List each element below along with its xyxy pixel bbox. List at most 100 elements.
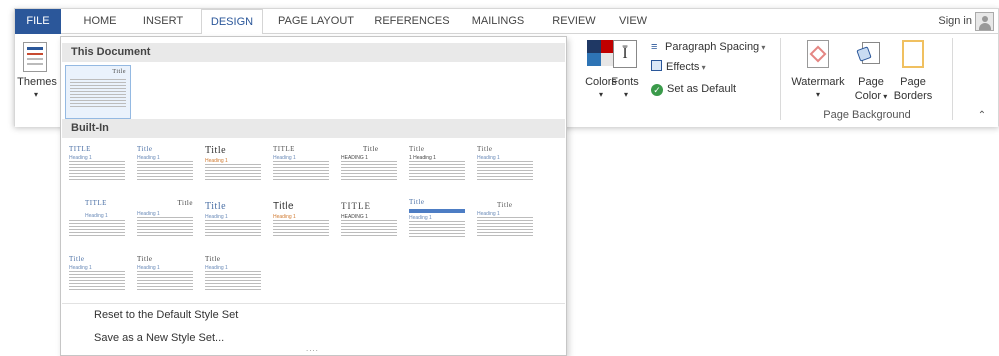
resize-grip-icon[interactable]: .... xyxy=(306,344,319,353)
section-this-document: This Document xyxy=(62,43,565,62)
thumb-text-lines xyxy=(137,271,193,292)
style-set-gallery-dropdown: This Document Title Built-In TITLE Headi… xyxy=(60,36,567,356)
thumb-text-lines xyxy=(409,221,465,239)
save-new-style-set-item[interactable]: Save as a New Style Set... xyxy=(94,328,224,348)
style-thumb[interactable]: TITLE Heading 1 xyxy=(65,197,129,249)
style-thumb[interactable]: Title Heading 1 xyxy=(133,197,197,249)
thumb-text-lines xyxy=(409,161,465,182)
thumb-title: Title xyxy=(137,145,153,153)
paragraph-spacing-label: Paragraph Spacing xyxy=(665,41,760,53)
tab-references[interactable]: REFERENCES xyxy=(367,9,457,34)
thumb-text-lines xyxy=(273,161,329,182)
style-thumb[interactable]: Title 1 Heading 1 xyxy=(405,141,469,193)
menu-divider xyxy=(62,303,565,304)
style-thumb[interactable]: TITLE HEADING 1 xyxy=(337,197,401,249)
style-thumb[interactable]: Title Heading 1 xyxy=(473,197,537,249)
thumb-text-lines xyxy=(69,161,125,182)
effects-dropdown-icon: ▾ xyxy=(699,63,706,72)
thumb-title: Title xyxy=(205,255,221,263)
thumb-text-lines xyxy=(137,217,193,238)
style-thumb[interactable]: Title Heading 1 xyxy=(65,251,129,303)
themes-icon[interactable] xyxy=(23,42,47,72)
tab-design[interactable]: DESIGN xyxy=(201,9,263,35)
set-as-default-label: Set as Default xyxy=(667,83,737,95)
tab-insert[interactable]: INSERT xyxy=(135,9,191,34)
page-background-group-label: Page Background xyxy=(823,109,911,121)
effects-icon xyxy=(651,60,662,71)
effects-button[interactable]: Effects ▾ xyxy=(651,58,706,76)
thumb-text-lines xyxy=(341,220,397,238)
user-avatar-icon[interactable] xyxy=(975,12,994,31)
sign-in-link[interactable]: Sign in xyxy=(938,9,972,34)
thumb-text-lines xyxy=(341,161,397,182)
thumb-title: TITLE xyxy=(273,145,295,153)
fonts-dropdown-arrow-icon[interactable]: ▾ xyxy=(619,90,633,99)
page-borders-button[interactable]: Borders xyxy=(888,90,938,102)
thumb-text-lines xyxy=(273,220,329,238)
thumb-title: TITLE xyxy=(69,145,91,153)
page-color-label-1[interactable]: Page xyxy=(850,76,892,88)
tab-file[interactable]: FILE xyxy=(15,9,61,34)
thumb-heading: Heading 1 xyxy=(85,213,108,219)
tab-home[interactable]: HOME xyxy=(75,9,125,34)
tab-mailings[interactable]: MAILINGS xyxy=(463,9,533,34)
thumb-title: Title xyxy=(409,198,425,206)
tab-review[interactable]: REVIEW xyxy=(545,9,603,34)
thumb-title: Title xyxy=(477,145,493,153)
thumb-text-lines xyxy=(477,217,533,238)
thumb-text-lines xyxy=(477,161,533,182)
color-palette-icon[interactable] xyxy=(587,40,615,66)
style-thumb[interactable]: Title Heading 1 xyxy=(269,197,333,249)
paragraph-spacing-button[interactable]: ≡ Paragraph Spacing ▾ xyxy=(651,38,765,56)
thumb-title: Title xyxy=(205,201,227,212)
style-thumb[interactable]: Title Heading 1 xyxy=(405,197,469,249)
thumb-title: Title xyxy=(497,201,513,209)
checkmark-circle-icon: ✓ xyxy=(651,84,663,96)
watermark-button[interactable]: Watermark xyxy=(788,76,848,88)
tab-page-layout[interactable]: PAGE LAYOUT xyxy=(271,9,361,34)
group-divider xyxy=(952,38,953,120)
page-borders-label-1[interactable]: Page xyxy=(891,76,935,88)
thumb-title: Title xyxy=(112,69,126,75)
page-color-dropdown-icon: ▾ xyxy=(881,92,888,101)
thumb-text-lines xyxy=(69,271,125,292)
chevron-up-icon[interactable]: ⌃ xyxy=(975,110,989,121)
colors-dropdown-arrow-icon[interactable]: ▾ xyxy=(594,90,608,99)
thumb-text-lines xyxy=(205,271,261,292)
page-color-icon[interactable] xyxy=(856,40,882,68)
paragraph-spacing-icon: ≡ xyxy=(651,41,658,53)
section-built-in: Built-In xyxy=(62,119,565,138)
reset-default-style-set-item[interactable]: Reset to the Default Style Set xyxy=(94,305,238,325)
style-thumb[interactable]: Title Heading 1 xyxy=(473,141,537,193)
thumb-title: Title xyxy=(177,199,193,207)
themes-button[interactable]: Themes xyxy=(17,76,57,88)
fonts-button[interactable]: Fonts xyxy=(609,76,641,88)
themes-dropdown-arrow-icon[interactable]: ▾ xyxy=(29,90,43,99)
tab-view[interactable]: VIEW xyxy=(611,9,655,34)
style-thumb[interactable]: TITLE Heading 1 xyxy=(269,141,333,193)
style-thumb[interactable]: Title Heading 1 xyxy=(133,141,197,193)
watermark-dropdown-arrow-icon[interactable]: ▾ xyxy=(811,90,825,99)
ribbon-tab-bar: FILE HOME INSERT DESIGN PAGE LAYOUT REFE… xyxy=(15,9,998,35)
fonts-icon[interactable]: Ī xyxy=(613,40,637,68)
thumb-title: TITLE xyxy=(341,201,371,211)
paragraph-spacing-dropdown-icon: ▾ xyxy=(759,43,766,52)
style-thumb[interactable]: TITLE Heading 1 xyxy=(65,141,129,193)
thumb-title: Title xyxy=(137,255,153,263)
watermark-icon[interactable] xyxy=(807,40,829,68)
thumb-text-lines xyxy=(205,164,261,182)
style-thumb[interactable]: Title HEADING 1 xyxy=(337,141,401,193)
style-thumb[interactable]: Title Heading 1 xyxy=(201,197,265,249)
group-divider xyxy=(780,38,781,120)
style-thumb[interactable]: Title Heading 1 xyxy=(201,141,265,193)
set-as-default-button[interactable]: ✓ Set as Default xyxy=(651,80,736,98)
thumb-text-lines xyxy=(137,161,193,182)
thumb-title: TITLE xyxy=(85,199,107,207)
thumb-text-lines xyxy=(69,220,125,238)
style-thumb-this-document[interactable]: Title xyxy=(65,65,131,119)
thumb-text-lines xyxy=(205,220,261,238)
page-borders-icon[interactable] xyxy=(902,40,924,68)
thumb-text-lines xyxy=(70,79,126,109)
style-thumb[interactable]: Title Heading 1 xyxy=(133,251,197,303)
style-thumb[interactable]: Title Heading 1 xyxy=(201,251,265,303)
